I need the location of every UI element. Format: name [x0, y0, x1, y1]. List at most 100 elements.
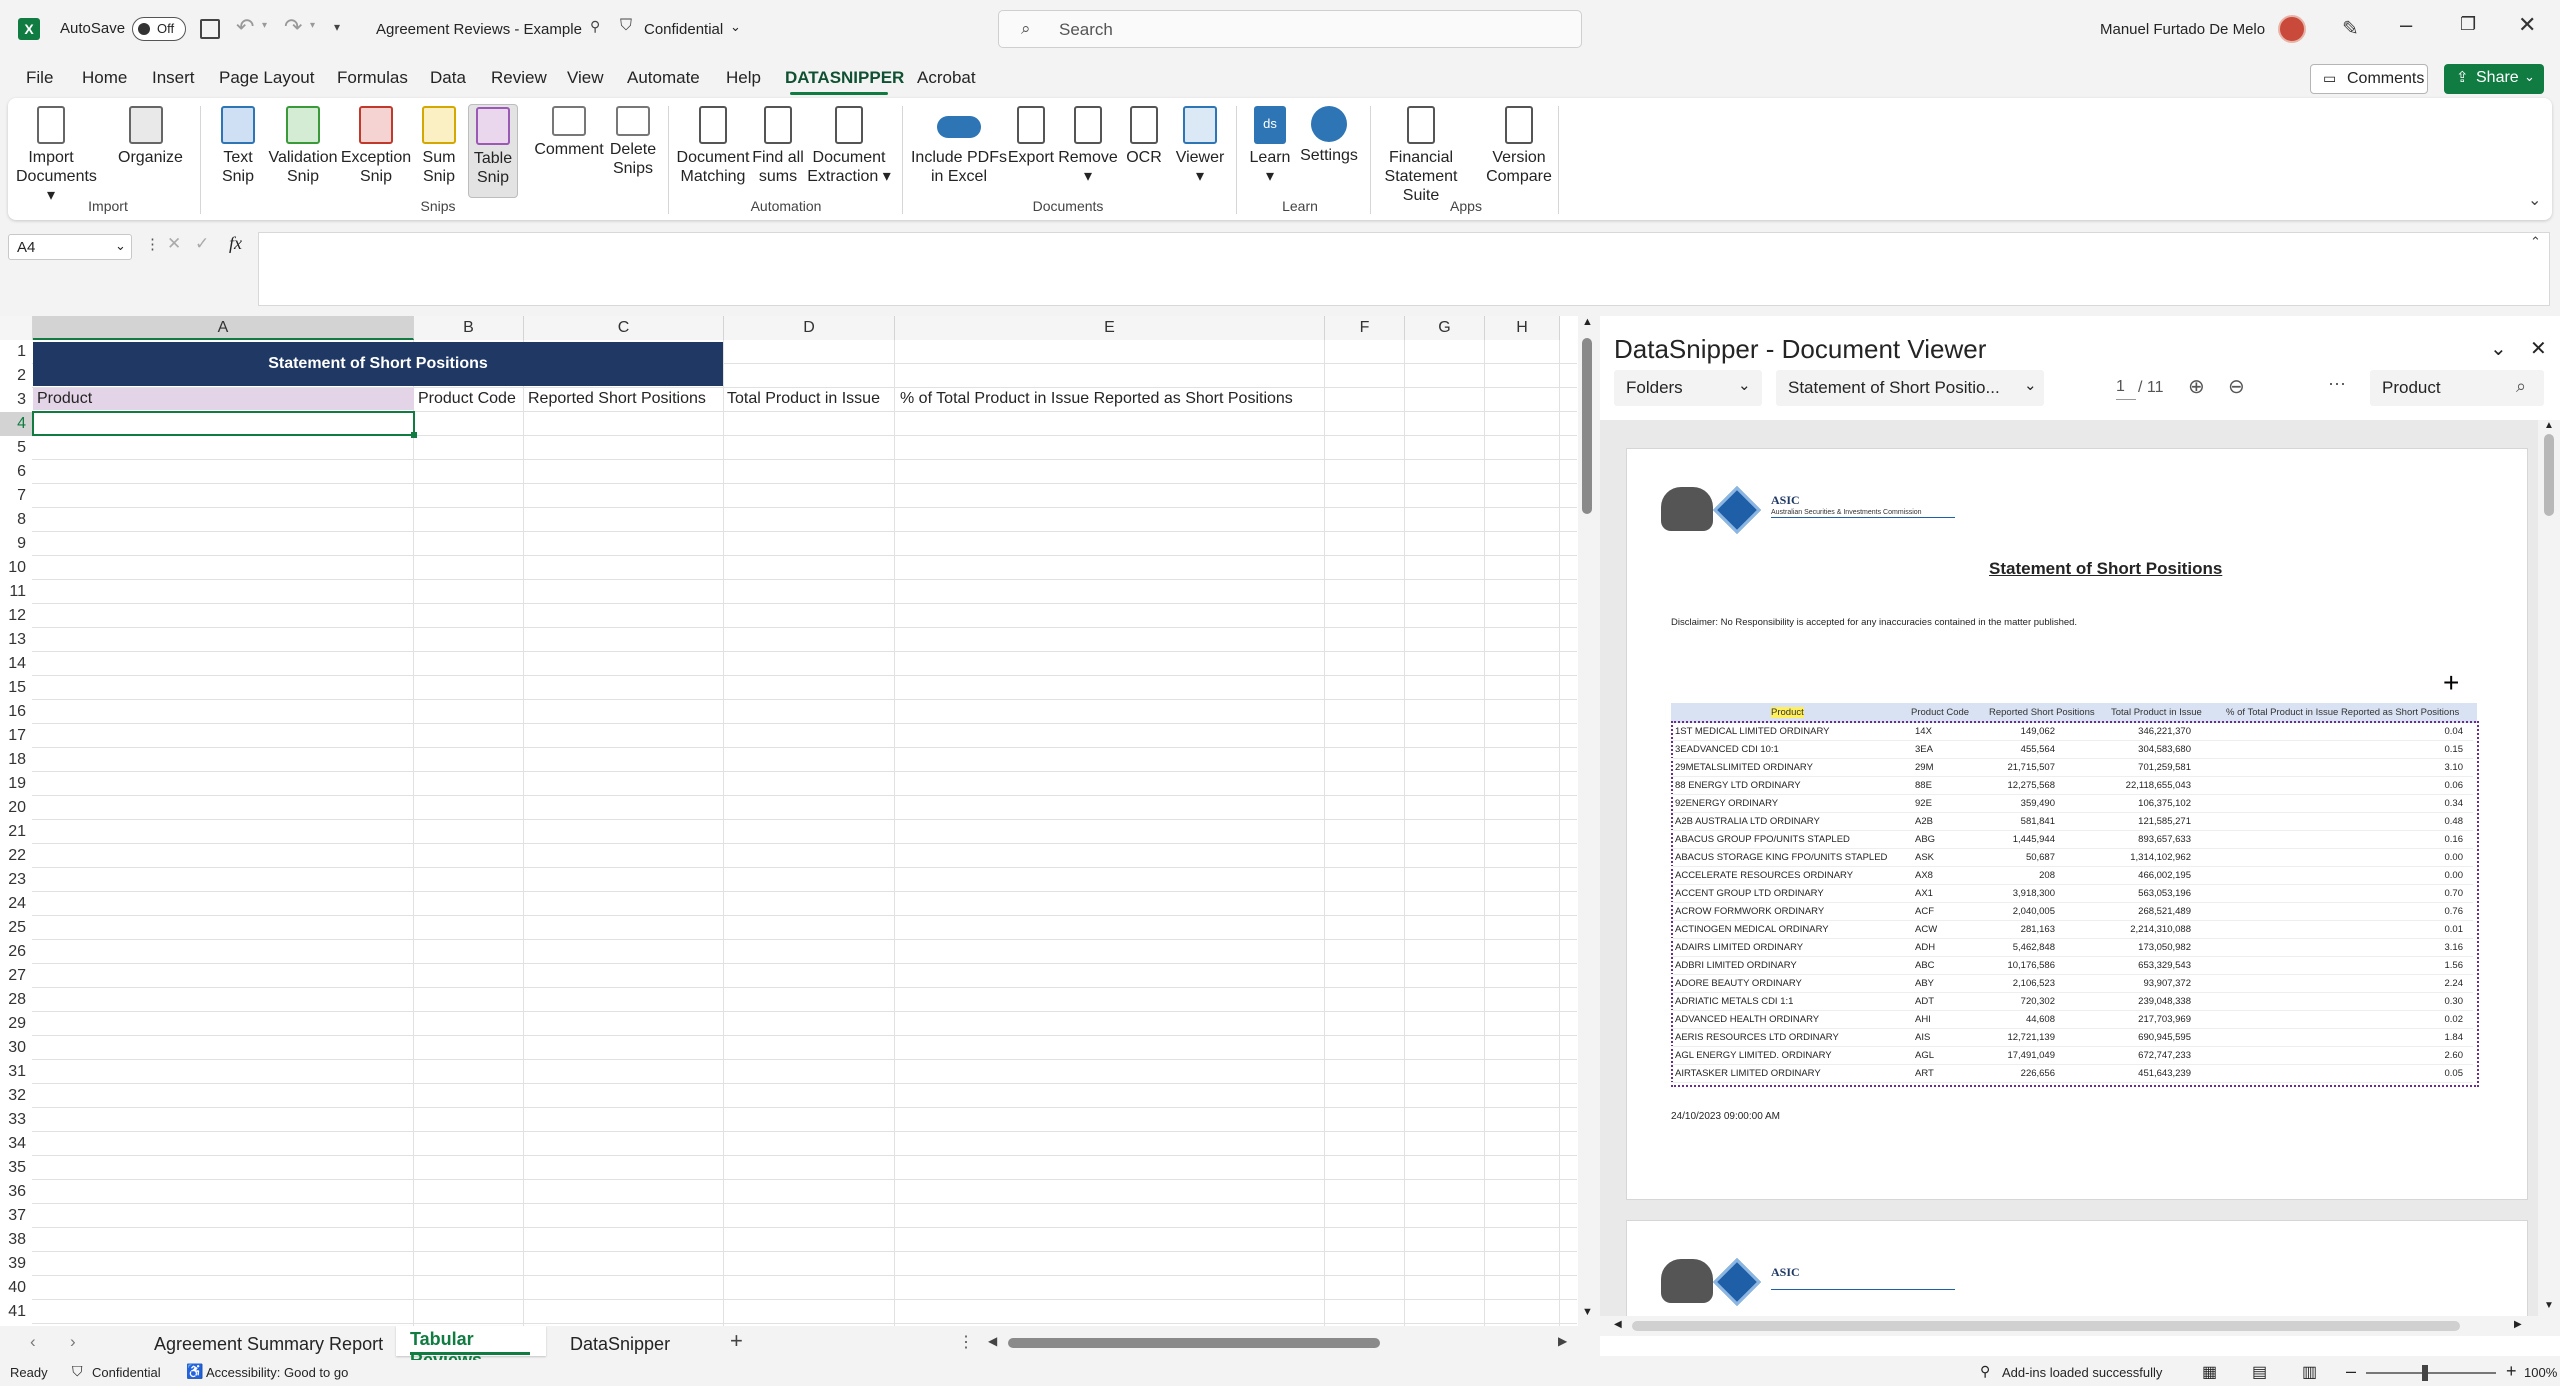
- close-pane-icon[interactable]: ✕: [2530, 336, 2547, 361]
- tab-insert[interactable]: Insert: [152, 68, 195, 88]
- comments-button[interactable]: ▭ Comments: [2310, 64, 2428, 94]
- row-header-7[interactable]: 7: [0, 484, 32, 508]
- tab-help[interactable]: Help: [726, 68, 761, 88]
- row-header-11[interactable]: 11: [0, 580, 32, 604]
- row-header-20[interactable]: 20: [0, 796, 32, 820]
- fill-handle[interactable]: [411, 432, 417, 438]
- scroll-thumb[interactable]: [1582, 338, 1592, 514]
- row-header-33[interactable]: 33: [0, 1108, 32, 1132]
- tab-page-layout[interactable]: Page Layout: [219, 68, 314, 88]
- row-header-29[interactable]: 29: [0, 1012, 32, 1036]
- close-icon[interactable]: ✕: [2518, 12, 2536, 38]
- scroll-up-icon[interactable]: ▲: [2544, 420, 2554, 431]
- row-header-26[interactable]: 26: [0, 940, 32, 964]
- customize-qat-icon[interactable]: ▾: [334, 20, 340, 34]
- column-header-f[interactable]: F: [1325, 316, 1405, 340]
- row-header-14[interactable]: 14: [0, 652, 32, 676]
- row-header-5[interactable]: 5: [0, 436, 32, 460]
- user-name[interactable]: Manuel Furtado De Melo: [2100, 21, 2265, 38]
- viewer-vertical-scrollbar[interactable]: ▲ ▼: [2538, 420, 2560, 1316]
- document-dropdown[interactable]: Statement of Short Positio... ⌄: [1776, 370, 2044, 406]
- organize-button[interactable]: Organize: [118, 106, 183, 167]
- row-header-34[interactable]: 34: [0, 1132, 32, 1156]
- table-snip-button[interactable]: Table Snip: [468, 104, 518, 198]
- row-header-24[interactable]: 24: [0, 892, 32, 916]
- viewer-hscroll-thumb[interactable]: [1632, 1321, 2460, 1331]
- comment-button[interactable]: Comment: [528, 106, 610, 159]
- zoom-out-icon[interactable]: –: [2346, 1361, 2356, 1382]
- zoom-slider[interactable]: [2366, 1365, 2496, 1381]
- zoom-in-icon[interactable]: ⊕: [2188, 374, 2205, 399]
- tab-file[interactable]: File: [26, 68, 53, 88]
- sensitivity-label[interactable]: Confidential: [644, 21, 723, 38]
- viewer-horizontal-scrollbar[interactable]: ◀ ▶: [1600, 1316, 2560, 1336]
- search-box[interactable]: ⌕ Search: [998, 10, 1582, 48]
- row-header-36[interactable]: 36: [0, 1180, 32, 1204]
- row-header-37[interactable]: 37: [0, 1204, 32, 1228]
- delete-snips-button[interactable]: Delete Snips: [606, 106, 660, 178]
- row-header-2[interactable]: 2: [0, 364, 32, 388]
- insert-function-icon[interactable]: fx: [229, 233, 242, 254]
- row-header-41[interactable]: 41: [0, 1300, 32, 1324]
- add-sheet-icon[interactable]: +: [730, 1328, 743, 1354]
- row-header-28[interactable]: 28: [0, 988, 32, 1012]
- row-header-13[interactable]: 13: [0, 628, 32, 652]
- tab-review[interactable]: Review: [491, 68, 547, 88]
- undo-dropdown-icon[interactable]: ▾: [262, 20, 267, 31]
- settings-button[interactable]: Settings: [1296, 106, 1362, 165]
- page-break-view-icon[interactable]: ▥: [2302, 1362, 2317, 1382]
- autosave-toggle[interactable]: Off: [132, 17, 186, 41]
- remove-button[interactable]: Remove ▾: [1058, 106, 1118, 186]
- row-header-22[interactable]: 22: [0, 844, 32, 868]
- row-header-6[interactable]: 6: [0, 460, 32, 484]
- chevron-down-icon[interactable]: ⌄: [2490, 336, 2507, 361]
- column-header-e[interactable]: E: [895, 316, 1325, 340]
- import-documents-button[interactable]: Import Documents ▾: [16, 106, 97, 205]
- pen-icon[interactable]: ✎: [2342, 16, 2359, 41]
- row-header-17[interactable]: 17: [0, 724, 32, 748]
- status-accessibility[interactable]: Accessibility: Good to go: [206, 1365, 348, 1380]
- scroll-up-icon[interactable]: ▲: [1582, 316, 1593, 328]
- exception-snip-button[interactable]: Exception Snip: [338, 106, 414, 186]
- zoom-slider-thumb[interactable]: [2422, 1365, 2428, 1381]
- scroll-left-icon[interactable]: ◀: [988, 1334, 997, 1348]
- header-total-product[interactable]: Total Product in Issue: [727, 387, 880, 411]
- text-snip-button[interactable]: Text Snip: [208, 106, 268, 186]
- column-header-d[interactable]: D: [724, 316, 895, 340]
- minimize-icon[interactable]: –: [2400, 12, 2412, 38]
- header-product-code[interactable]: Product Code: [418, 387, 516, 411]
- scroll-right-icon[interactable]: ▶: [1558, 1334, 1567, 1348]
- viewer-scroll-thumb[interactable]: [2544, 434, 2554, 516]
- scroll-right-icon[interactable]: ▶: [2514, 1319, 2522, 1330]
- row-header-40[interactable]: 40: [0, 1276, 32, 1300]
- sum-snip-button[interactable]: Sum Snip: [414, 106, 464, 186]
- page-layout-view-icon[interactable]: ▤: [2252, 1362, 2267, 1382]
- row-header-39[interactable]: 39: [0, 1252, 32, 1276]
- title-cell[interactable]: Statement of Short Positions: [33, 342, 723, 386]
- redo-icon[interactable]: ↷: [284, 14, 302, 40]
- avatar[interactable]: [2278, 15, 2306, 43]
- chevron-down-icon[interactable]: ⌄: [730, 19, 741, 35]
- column-header-a[interactable]: A: [33, 316, 414, 340]
- row-header-27[interactable]: 27: [0, 964, 32, 988]
- include-pdfs-toggle[interactable]: Include PDFs in Excel: [906, 106, 1012, 186]
- more-options-icon[interactable]: ⋯: [2328, 374, 2346, 395]
- row-header-15[interactable]: 15: [0, 676, 32, 700]
- select-all-corner[interactable]: [0, 316, 33, 340]
- tab-view[interactable]: View: [567, 68, 604, 88]
- column-header-b[interactable]: B: [414, 316, 524, 340]
- tab-automate[interactable]: Automate: [627, 68, 700, 88]
- learn-button[interactable]: ds Learn ▾: [1244, 106, 1296, 186]
- cancel-icon[interactable]: ✕: [167, 234, 181, 254]
- formula-input[interactable]: [258, 232, 2550, 306]
- vertical-scrollbar[interactable]: ▲ ▼: [1578, 316, 1598, 1326]
- sheet-tab-tabular-reviews[interactable]: Tabular Reviews: [396, 1326, 546, 1370]
- collapse-ribbon-icon[interactable]: ⌄: [2528, 190, 2541, 210]
- tab-datasnipper[interactable]: DATASNIPPER: [785, 68, 904, 88]
- document-search-box[interactable]: Product ⌕: [2370, 370, 2544, 406]
- column-header-c[interactable]: C: [524, 316, 724, 340]
- ocr-button[interactable]: OCR: [1120, 106, 1168, 167]
- row-header-23[interactable]: 23: [0, 868, 32, 892]
- prev-sheet-icon[interactable]: ‹: [30, 1332, 36, 1352]
- zoom-in-icon[interactable]: +: [2506, 1361, 2517, 1382]
